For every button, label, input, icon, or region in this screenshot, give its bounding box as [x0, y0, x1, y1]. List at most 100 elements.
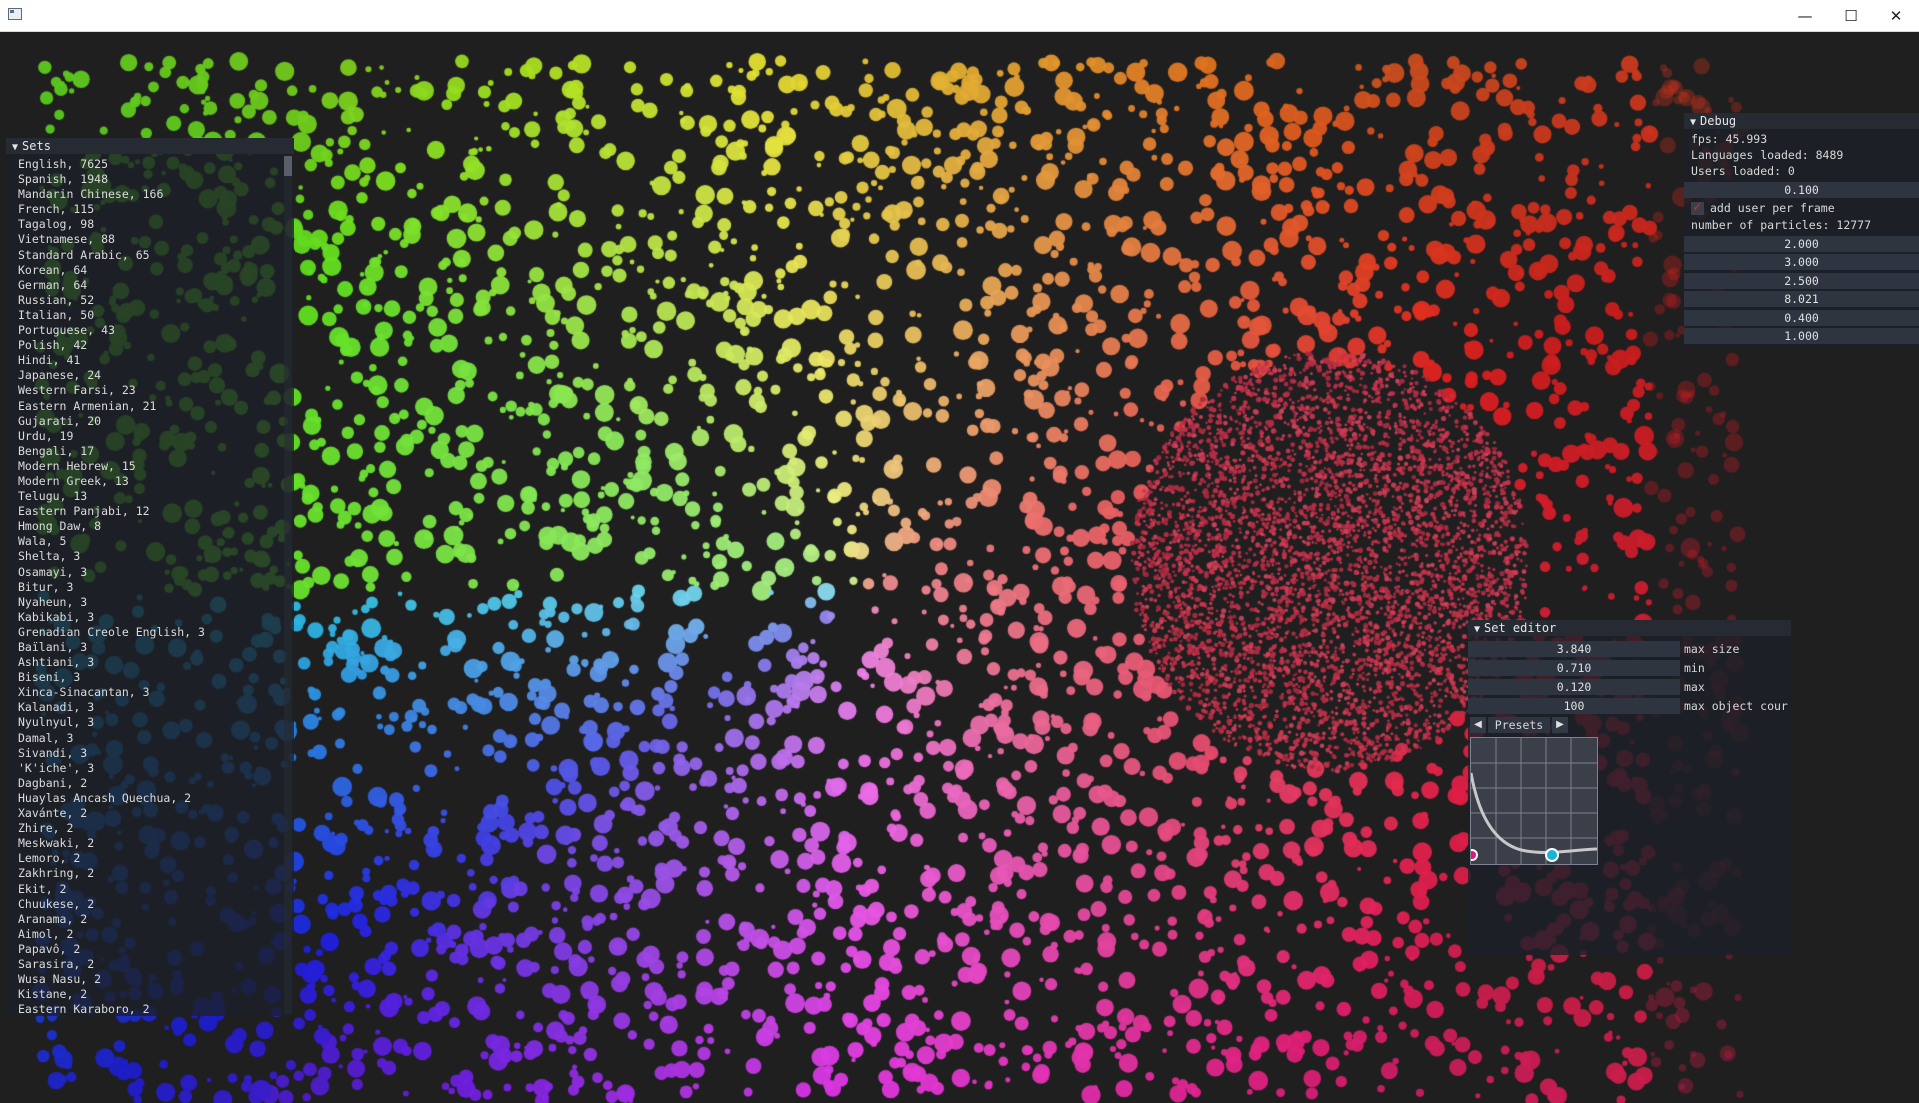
set-list-item[interactable]: Eastern Panjabi, 12: [18, 504, 294, 519]
set-list-item[interactable]: French, 115: [18, 202, 294, 217]
collapse-triangle-icon[interactable]: ▼: [12, 142, 18, 153]
set-list-item[interactable]: Chuukese, 2: [18, 897, 294, 912]
max-label: max: [1684, 680, 1705, 694]
set-list-item[interactable]: Baïlani, 3: [18, 640, 294, 655]
set-list-item[interactable]: Sivandi, 3: [18, 746, 294, 761]
particles-readout: number of particles: 12777: [1691, 218, 1872, 232]
set-list-item[interactable]: Vietnamese, 88: [18, 232, 294, 247]
users-loaded-readout: Users loaded: 0: [1691, 164, 1795, 178]
set-list-item[interactable]: Portuguese, 43: [18, 323, 294, 338]
set-list-item[interactable]: Shelta, 3: [18, 549, 294, 564]
set-list-item[interactable]: Eastern Armenian, 21: [18, 399, 294, 414]
minimize-button[interactable]: —: [1782, 0, 1828, 31]
set-list-item[interactable]: Ekit, 2: [18, 882, 294, 897]
collapse-triangle-icon[interactable]: ▼: [1474, 624, 1480, 635]
set-list-item[interactable]: Modern Greek, 13: [18, 474, 294, 489]
set-list-item[interactable]: Damal, 3: [18, 731, 294, 746]
set-list-item[interactable]: Huaylas Ancash Quechua, 2: [18, 791, 294, 806]
max-object-count-field[interactable]: 100: [1468, 698, 1680, 714]
set-list-item[interactable]: Telugu, 13: [18, 489, 294, 504]
debug-panel-title: Debug: [1700, 114, 1737, 128]
set-editor-header[interactable]: ▼ Set editor: [1468, 620, 1791, 636]
max-size-field[interactable]: 3.840: [1468, 641, 1680, 657]
set-list-item[interactable]: Italian, 50: [18, 308, 294, 323]
debug-field[interactable]: 3.000: [1684, 254, 1919, 270]
add-user-checkbox[interactable]: [1691, 199, 1704, 216]
set-list-item[interactable]: Kabikabi, 3: [18, 610, 294, 625]
presets-next-button[interactable]: ▶: [1552, 717, 1568, 733]
close-button[interactable]: ✕: [1873, 0, 1919, 31]
curve-end-handle-dot[interactable]: [1547, 850, 1557, 860]
set-list-item[interactable]: 'K'iche', 3: [18, 761, 294, 776]
set-list-item[interactable]: Osamayi, 3: [18, 565, 294, 580]
set-list-item[interactable]: Wala, 5: [18, 534, 294, 549]
set-list-item[interactable]: Sarasira, 2: [18, 957, 294, 972]
window-titlebar[interactable]: — ☐ ✕: [0, 0, 1919, 32]
set-list-item[interactable]: Nyulnyul, 3: [18, 715, 294, 730]
max-size-label: max size: [1684, 642, 1740, 656]
set-list-item[interactable]: Dagbani, 2: [18, 776, 294, 791]
set-list-item[interactable]: Xinca-Sinacantan, 3: [18, 685, 294, 700]
set-list-item[interactable]: English, 7625: [18, 157, 294, 172]
add-user-checkbox-row[interactable]: add user per frame: [1684, 199, 1919, 217]
set-list-item[interactable]: Zakhring, 2: [18, 866, 294, 881]
set-list-item[interactable]: Grenadian Creole English, 3: [18, 625, 294, 640]
min-label: min: [1684, 661, 1705, 675]
set-list-item[interactable]: Japanese, 24: [18, 368, 294, 383]
sets-scrollbar-thumb[interactable]: [284, 156, 292, 176]
set-list-item[interactable]: Standard Arabic, 65: [18, 248, 294, 263]
set-list-item[interactable]: Polish, 42: [18, 338, 294, 353]
debug-field[interactable]: 8.021: [1684, 291, 1919, 307]
presets-label[interactable]: Presets: [1488, 717, 1550, 733]
min-field[interactable]: 0.710: [1468, 660, 1680, 676]
set-editor-panel: ▼ Set editor 3.840 max size 0.710 min 0.1…: [1466, 620, 1791, 955]
set-list-item[interactable]: Mandarin Chinese, 166: [18, 187, 294, 202]
set-list-item[interactable]: Biseni, 3: [18, 670, 294, 685]
sets-panel-header[interactable]: ▼ Sets: [6, 138, 294, 154]
debug-field[interactable]: 2.500: [1684, 272, 1919, 289]
add-user-label: add user per frame: [1710, 201, 1835, 215]
sets-scrollbar[interactable]: [284, 156, 292, 1014]
maximize-button[interactable]: ☐: [1828, 0, 1874, 31]
set-list-item[interactable]: Western Farsi, 23: [18, 383, 294, 398]
set-list-item[interactable]: Aranama, 2: [18, 912, 294, 927]
set-list-item[interactable]: Modern Hebrew, 15: [18, 459, 294, 474]
set-list-item[interactable]: Bengali, 17: [18, 444, 294, 459]
set-list-item[interactable]: Meskwaki, 2: [18, 836, 294, 851]
min-row: 0.710 min: [1468, 659, 1791, 678]
set-list-item[interactable]: Nyaheun, 3: [18, 595, 294, 610]
set-list-item[interactable]: Kistane, 2: [18, 987, 294, 1002]
curve-editor[interactable]: [1466, 737, 1598, 865]
set-list-item[interactable]: Spanish, 1948: [18, 172, 294, 187]
set-list-item[interactable]: Papavô, 2: [18, 942, 294, 957]
presets-prev-button[interactable]: ◀: [1470, 717, 1486, 733]
set-list-item[interactable]: Zhire, 2: [18, 821, 294, 836]
set-list-item[interactable]: Xavánte, 2: [18, 806, 294, 821]
fps-readout: fps: 45.993: [1691, 132, 1768, 146]
set-list-item[interactable]: Korean, 64: [18, 263, 294, 278]
set-list-item[interactable]: Hmong Daw, 8: [18, 519, 294, 534]
set-list-item[interactable]: Wusa Nasu, 2: [18, 972, 294, 987]
debug-field[interactable]: 1.000: [1684, 328, 1919, 344]
debug-panel: ▼ Debug fps: 45.993 Languages loaded: 848…: [1684, 113, 1919, 348]
set-list-item[interactable]: Ashtiani, 3: [18, 655, 294, 670]
debug-field[interactable]: 0.400: [1684, 309, 1919, 326]
set-list-item[interactable]: Eastern Karaboro, 2: [18, 1002, 294, 1017]
debug-field[interactable]: 0.100: [1684, 181, 1919, 198]
set-list-item[interactable]: Bitur, 3: [18, 580, 294, 595]
set-list-item[interactable]: Kalanadi, 3: [18, 700, 294, 715]
set-list-item[interactable]: Lemoro, 2: [18, 851, 294, 866]
max-field[interactable]: 0.120: [1468, 679, 1680, 695]
set-list-item[interactable]: Gujarati, 20: [18, 414, 294, 429]
debug-field[interactable]: 2.000: [1684, 235, 1919, 252]
set-list-item[interactable]: Russian, 52: [18, 293, 294, 308]
sets-panel: ▼ Sets English, 7625 Spanish, 1948 Mandarin…: [6, 138, 294, 1016]
collapse-triangle-icon[interactable]: ▼: [1690, 117, 1696, 128]
curve-editor-graph[interactable]: [1466, 738, 1598, 864]
set-list-item[interactable]: Aimol, 2: [18, 927, 294, 942]
set-list-item[interactable]: Tagalog, 98: [18, 217, 294, 232]
set-list-item[interactable]: German, 64: [18, 278, 294, 293]
set-list-item[interactable]: Hindi, 41: [18, 353, 294, 368]
set-list-item[interactable]: Urdu, 19: [18, 429, 294, 444]
debug-panel-header[interactable]: ▼ Debug: [1684, 113, 1919, 129]
